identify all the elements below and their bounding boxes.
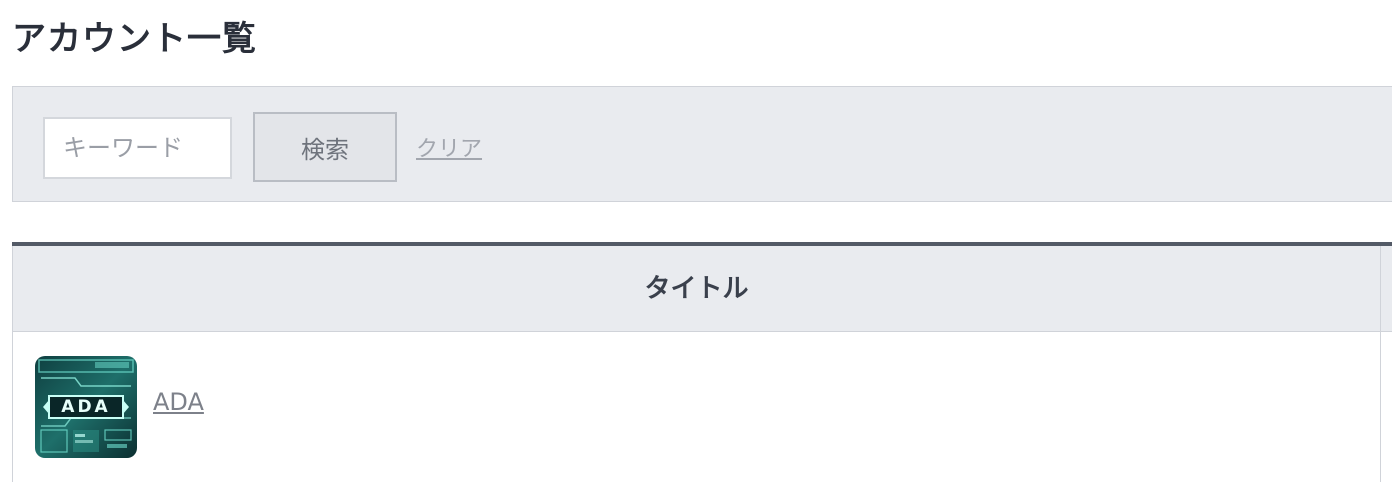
table-row: ADA ADA	[12, 332, 1392, 482]
accounts-table: タイトル ADA ADA	[12, 242, 1392, 482]
keyword-search-input[interactable]	[43, 117, 232, 179]
page-title: アカウント一覧	[12, 19, 257, 59]
account-thumbnail[interactable]: ADA	[35, 356, 137, 458]
column-divider	[1380, 246, 1381, 331]
account-title-link[interactable]: ADA	[153, 388, 204, 416]
search-button[interactable]: 検索	[253, 112, 397, 182]
column-header-title: タイトル	[644, 274, 749, 304]
clear-link[interactable]: クリア	[416, 131, 482, 163]
column-divider	[1380, 332, 1381, 482]
thumbnail-logo-text: ADA	[61, 397, 111, 417]
search-panel: 検索 クリア	[12, 86, 1392, 202]
table-header: タイトル	[12, 246, 1392, 332]
